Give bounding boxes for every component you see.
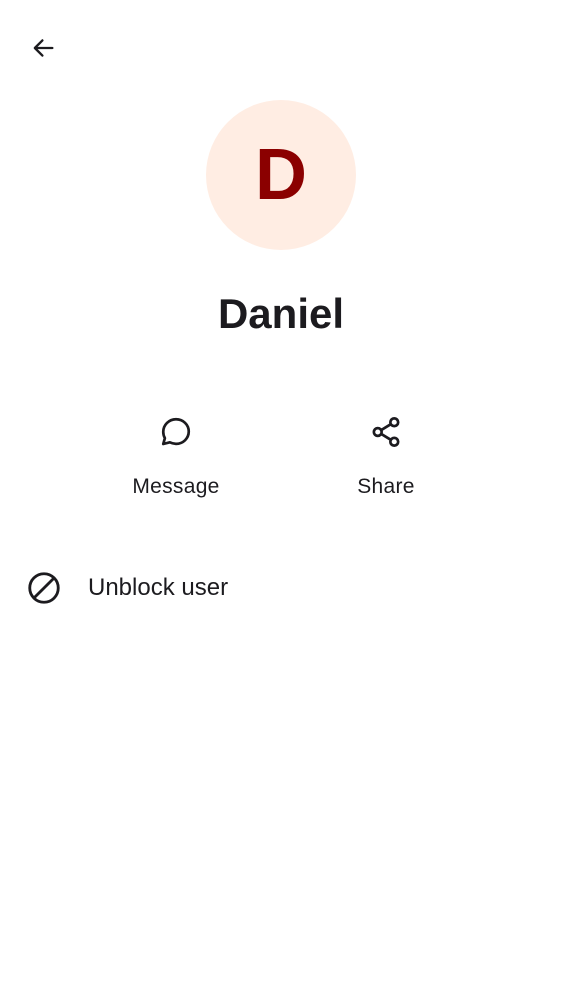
block-icon	[24, 568, 64, 608]
chat-bubble-icon	[156, 412, 196, 452]
action-bar: Message Share	[0, 400, 562, 510]
avatar: D	[206, 100, 356, 250]
unblock-user-label: Unblock user	[88, 574, 229, 601]
avatar-initial: D	[255, 135, 307, 215]
arrow-back-icon	[29, 34, 57, 67]
share-label: Share	[357, 475, 415, 498]
message-label: Message	[132, 475, 220, 498]
back-button[interactable]	[19, 26, 67, 74]
unblock-user-option[interactable]: Unblock user	[0, 556, 562, 620]
profile-name: Daniel	[217, 290, 345, 337]
share-button[interactable]: Share	[316, 400, 456, 510]
share-icon	[366, 412, 406, 452]
message-button[interactable]: Message	[106, 400, 246, 510]
